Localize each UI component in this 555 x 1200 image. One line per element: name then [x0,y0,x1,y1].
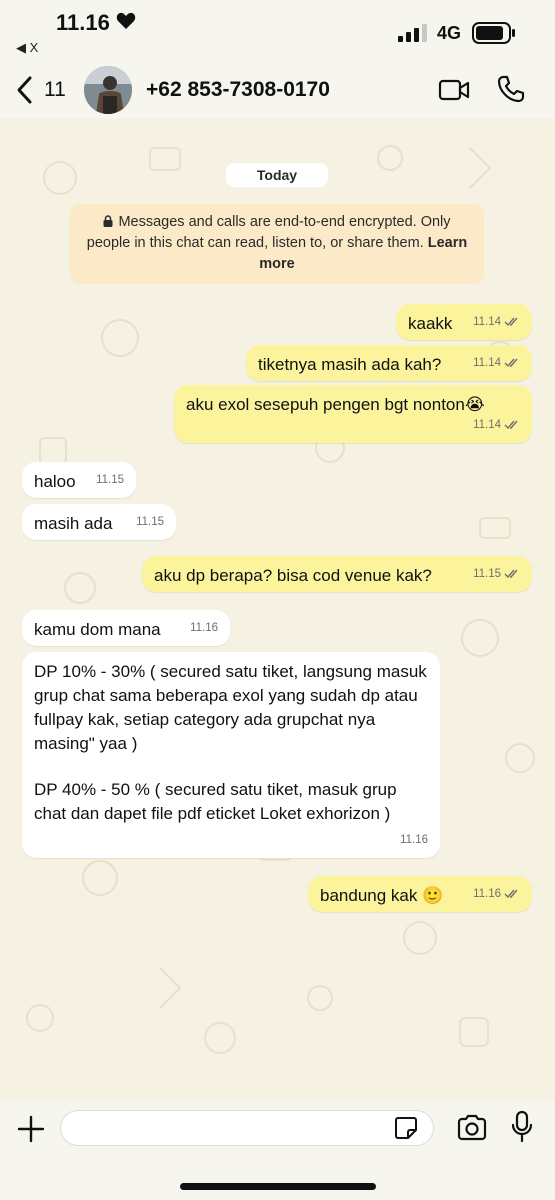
network-label: 4G [437,23,462,43]
message-meta: 11.16 [400,828,428,852]
message-text: DP 10% - 30% ( secured satu tiket, langs… [34,662,427,753]
message-meta: 11.16 [473,882,520,906]
encryption-notice[interactable]: Messages and calls are end-to-end encryp… [70,204,484,284]
message-text: tiketnya masih ada kah? [258,355,442,374]
chevron-left-icon[interactable] [14,75,36,105]
contact-name[interactable]: +62 853-7308-0170 [146,78,330,102]
read-ticks-icon [504,317,518,327]
message-text: aku exol sesepuh pengen bgt nonton😭 [186,395,485,414]
date-separator: Today [226,163,328,187]
message-meta: 11.14 [473,351,520,375]
read-ticks-icon [504,889,518,899]
phone-icon[interactable] [496,74,526,104]
message-text: haloo [34,472,76,491]
message-meta: 11.14 [473,310,520,334]
message-time: 11.14 [473,316,501,328]
camera-icon[interactable] [456,1114,488,1142]
unread-count[interactable]: 11 [44,78,66,102]
message-bubble[interactable]: bandung kak 🙂 11.16 [308,876,532,912]
message-time: 11.16 [400,834,428,846]
message-meta: 11.14 [473,413,520,437]
composer-bar [0,1100,555,1200]
microphone-icon[interactable] [510,1110,534,1144]
message-time: 11.16 [190,622,218,634]
message-input[interactable] [60,1110,434,1146]
message-time: 11.14 [473,419,501,431]
message-text: masih ada [34,514,113,533]
message-bubble[interactable]: haloo 11.15 [22,462,136,498]
message-text: aku dp berapa? bisa cod venue kak? [154,566,432,585]
lock-icon [103,215,113,227]
message-bubble[interactable]: aku dp berapa? bisa cod venue kak? 11.15 [142,556,532,592]
message-bubble[interactable]: aku exol sesepuh pengen bgt nonton😭 11.1… [174,385,532,443]
battery-icon [472,22,515,44]
message-text: DP 40% - 50 % ( secured satu tiket, masu… [34,780,397,823]
video-call-icon[interactable] [438,78,470,102]
message-text: bandung kak 🙂 [320,886,444,905]
message-bubble[interactable]: tiketnya masih ada kah? 11.14 [246,345,532,381]
message-time: 11.16 [473,888,501,900]
message-meta: 11.16 [190,616,218,640]
read-ticks-icon [504,420,518,430]
message-meta: 11.15 [96,468,124,492]
heart-icon [116,12,136,29]
read-ticks-icon [504,569,518,579]
top-bar: 11.16 ◀ X 4G 11 +62 853-7308-0170 [0,0,555,118]
back-to-app-link[interactable]: ◀ X [16,40,38,56]
message-time: 11.15 [96,474,124,486]
message-meta: 11.15 [473,562,520,586]
message-time: 11.15 [473,568,501,580]
message-meta: 11.15 [136,510,164,534]
message-bubble[interactable]: masih ada 11.15 [22,504,176,540]
plus-icon[interactable] [16,1114,46,1144]
signal-icon [398,24,427,42]
message-time: 11.15 [136,516,164,528]
encryption-text: Messages and calls are end-to-end encryp… [86,214,451,251]
message-text: kamu dom mana [34,620,161,639]
message-bubble[interactable]: kamu dom mana 11.16 [22,610,230,646]
message-bubble[interactable]: kaakk 11.14 [396,304,532,340]
message-text: kaakk [408,314,453,333]
sticker-icon[interactable] [394,1116,418,1140]
message-bubble[interactable]: DP 10% - 30% ( secured satu tiket, langs… [22,652,440,858]
chat-area[interactable]: Today Messages and calls are end-to-end … [0,118,555,1100]
message-time: 11.14 [473,357,501,369]
avatar[interactable] [84,66,132,114]
status-time: 11.16 [56,10,110,35]
home-indicator[interactable] [180,1183,376,1190]
read-ticks-icon [504,358,518,368]
